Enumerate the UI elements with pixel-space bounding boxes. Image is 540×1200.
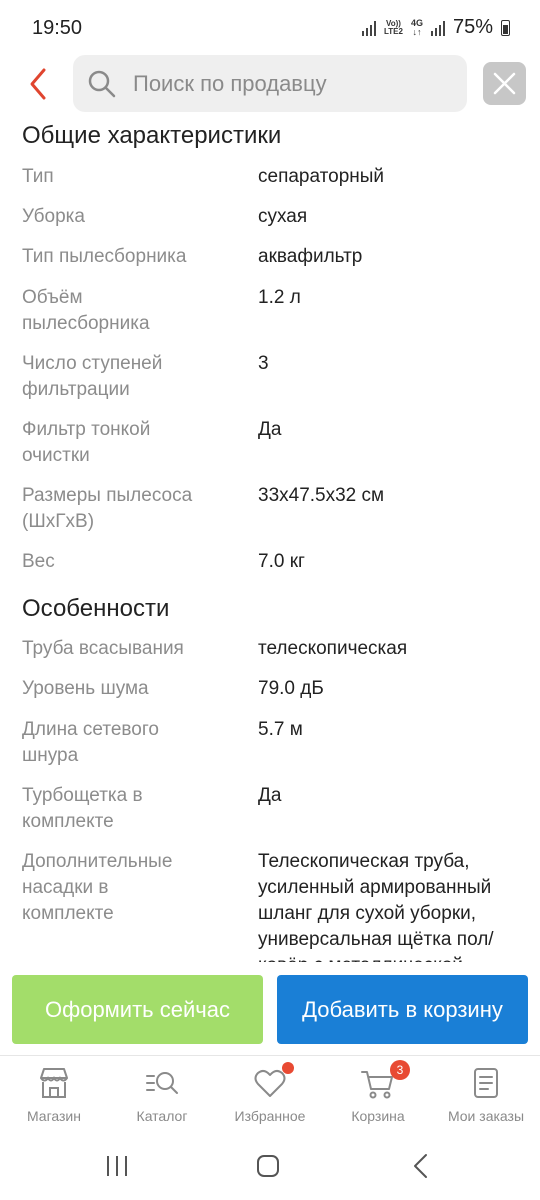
spec-value: сепараторный xyxy=(258,166,385,187)
recent-apps-button[interactable] xyxy=(104,1153,130,1184)
heart-icon xyxy=(252,1062,294,1100)
section-title-general: Общие характеристики xyxy=(22,122,282,149)
spec-value: 1.2 л xyxy=(258,287,301,308)
spec-value: 33x47.5x32 см xyxy=(258,485,385,506)
spec-value: Да xyxy=(258,785,282,806)
nav-item-cart[interactable]: 3 Корзина xyxy=(324,1060,432,1124)
back-icon xyxy=(414,1154,427,1178)
nav-label-cart: Корзина xyxy=(351,1108,405,1124)
battery-icon xyxy=(501,19,510,36)
spec-label: Дополнительные насадки в комплекте xyxy=(22,851,173,924)
spec-label: Фильтр тонкой очистки xyxy=(22,419,151,466)
nav-label-orders: Мои заказы xyxy=(447,1108,525,1124)
spec-value: сухая xyxy=(258,206,308,227)
spec-label: Длина сетевого шнура xyxy=(22,719,159,766)
status-time: 19:50 xyxy=(32,17,83,39)
search-icon xyxy=(88,70,116,98)
spec-value: 79.0 дБ xyxy=(258,678,324,699)
spec-label: Вес xyxy=(22,551,55,572)
spec-label: Объём пылесборника xyxy=(22,287,150,334)
home-icon xyxy=(257,1155,279,1177)
network-4g-icon: 4G ↓↑ xyxy=(410,17,423,37)
add-to-cart-button[interactable]: Добавить в корзину xyxy=(277,975,528,1044)
nav-item-store[interactable]: Магазин xyxy=(0,1066,108,1124)
spec-value: Телескопическая труба, усиленный армиров… xyxy=(258,851,494,962)
status-bar: 19:50 Vo)) LTE2 4G ↓↑ 75% xyxy=(0,0,540,54)
search-placeholder: Поиск по продавцу xyxy=(133,71,327,96)
action-bar: Оформить сейчас Добавить в корзину xyxy=(0,975,540,1045)
back-button[interactable] xyxy=(22,64,58,104)
nav-item-catalog[interactable]: Каталог xyxy=(108,1066,216,1124)
spec-label: Турбощетка в комплекте xyxy=(22,785,143,832)
chevron-left-icon xyxy=(30,68,46,100)
recent-apps-icon xyxy=(107,1156,127,1176)
catalog-search-icon xyxy=(144,1066,180,1100)
spec-label: Уровень шума xyxy=(22,678,149,699)
system-back-button[interactable] xyxy=(408,1153,434,1184)
spec-label: Уборка xyxy=(22,206,85,227)
nav-label-store: Магазин xyxy=(26,1108,81,1124)
spec-value: 3 xyxy=(258,353,269,374)
cart-count-badge: 3 xyxy=(390,1060,410,1080)
spec-value: телескопическая xyxy=(258,638,408,659)
home-button[interactable] xyxy=(255,1153,281,1184)
clear-search-button[interactable] xyxy=(483,62,526,105)
spec-label: Труба всасывания xyxy=(22,638,184,659)
volte-icon: Vo)) LTE2 xyxy=(383,18,403,36)
spec-label: Тип xyxy=(22,166,54,187)
spec-value: 7.0 кг xyxy=(258,551,305,572)
spec-value: Да xyxy=(258,419,282,440)
battery-percent: 75% xyxy=(452,16,493,38)
section-title-features: Особенности xyxy=(22,595,170,622)
nav-label-catalog: Каталог xyxy=(136,1108,188,1124)
cart-icon: 3 xyxy=(360,1060,410,1100)
bottom-nav: Магазин Каталог Избранное 3 Корзина Мои … xyxy=(0,1055,540,1135)
orders-icon xyxy=(468,1066,504,1100)
nav-item-favorites[interactable]: Избранное xyxy=(216,1062,324,1124)
spec-label: Размеры пылесоса (ШхГхВ) xyxy=(22,485,193,532)
spec-value: 5.7 м xyxy=(258,719,303,740)
search-header: Поиск по продавцу xyxy=(0,54,540,114)
system-nav-bar xyxy=(0,1135,540,1200)
specifications-list[interactable]: Общие характеристики Тип сепараторный Уб… xyxy=(0,114,540,962)
spec-value: аквафильтр xyxy=(258,246,363,267)
nav-label-favorites: Избранное xyxy=(234,1108,306,1124)
close-icon xyxy=(493,72,516,95)
signal-icon-2 xyxy=(430,20,445,36)
favorites-notification-dot xyxy=(282,1062,294,1074)
spec-label: Число ступеней фильтрации xyxy=(22,353,163,400)
search-input[interactable]: Поиск по продавцу xyxy=(73,55,467,112)
spec-label: Тип пылесборника xyxy=(22,246,187,267)
signal-icon xyxy=(361,20,376,36)
status-icons: Vo)) LTE2 4G ↓↑ 75% xyxy=(361,16,510,39)
buy-now-button[interactable]: Оформить сейчас xyxy=(12,975,263,1044)
store-icon xyxy=(36,1066,72,1100)
nav-item-orders[interactable]: Мои заказы xyxy=(432,1066,540,1124)
